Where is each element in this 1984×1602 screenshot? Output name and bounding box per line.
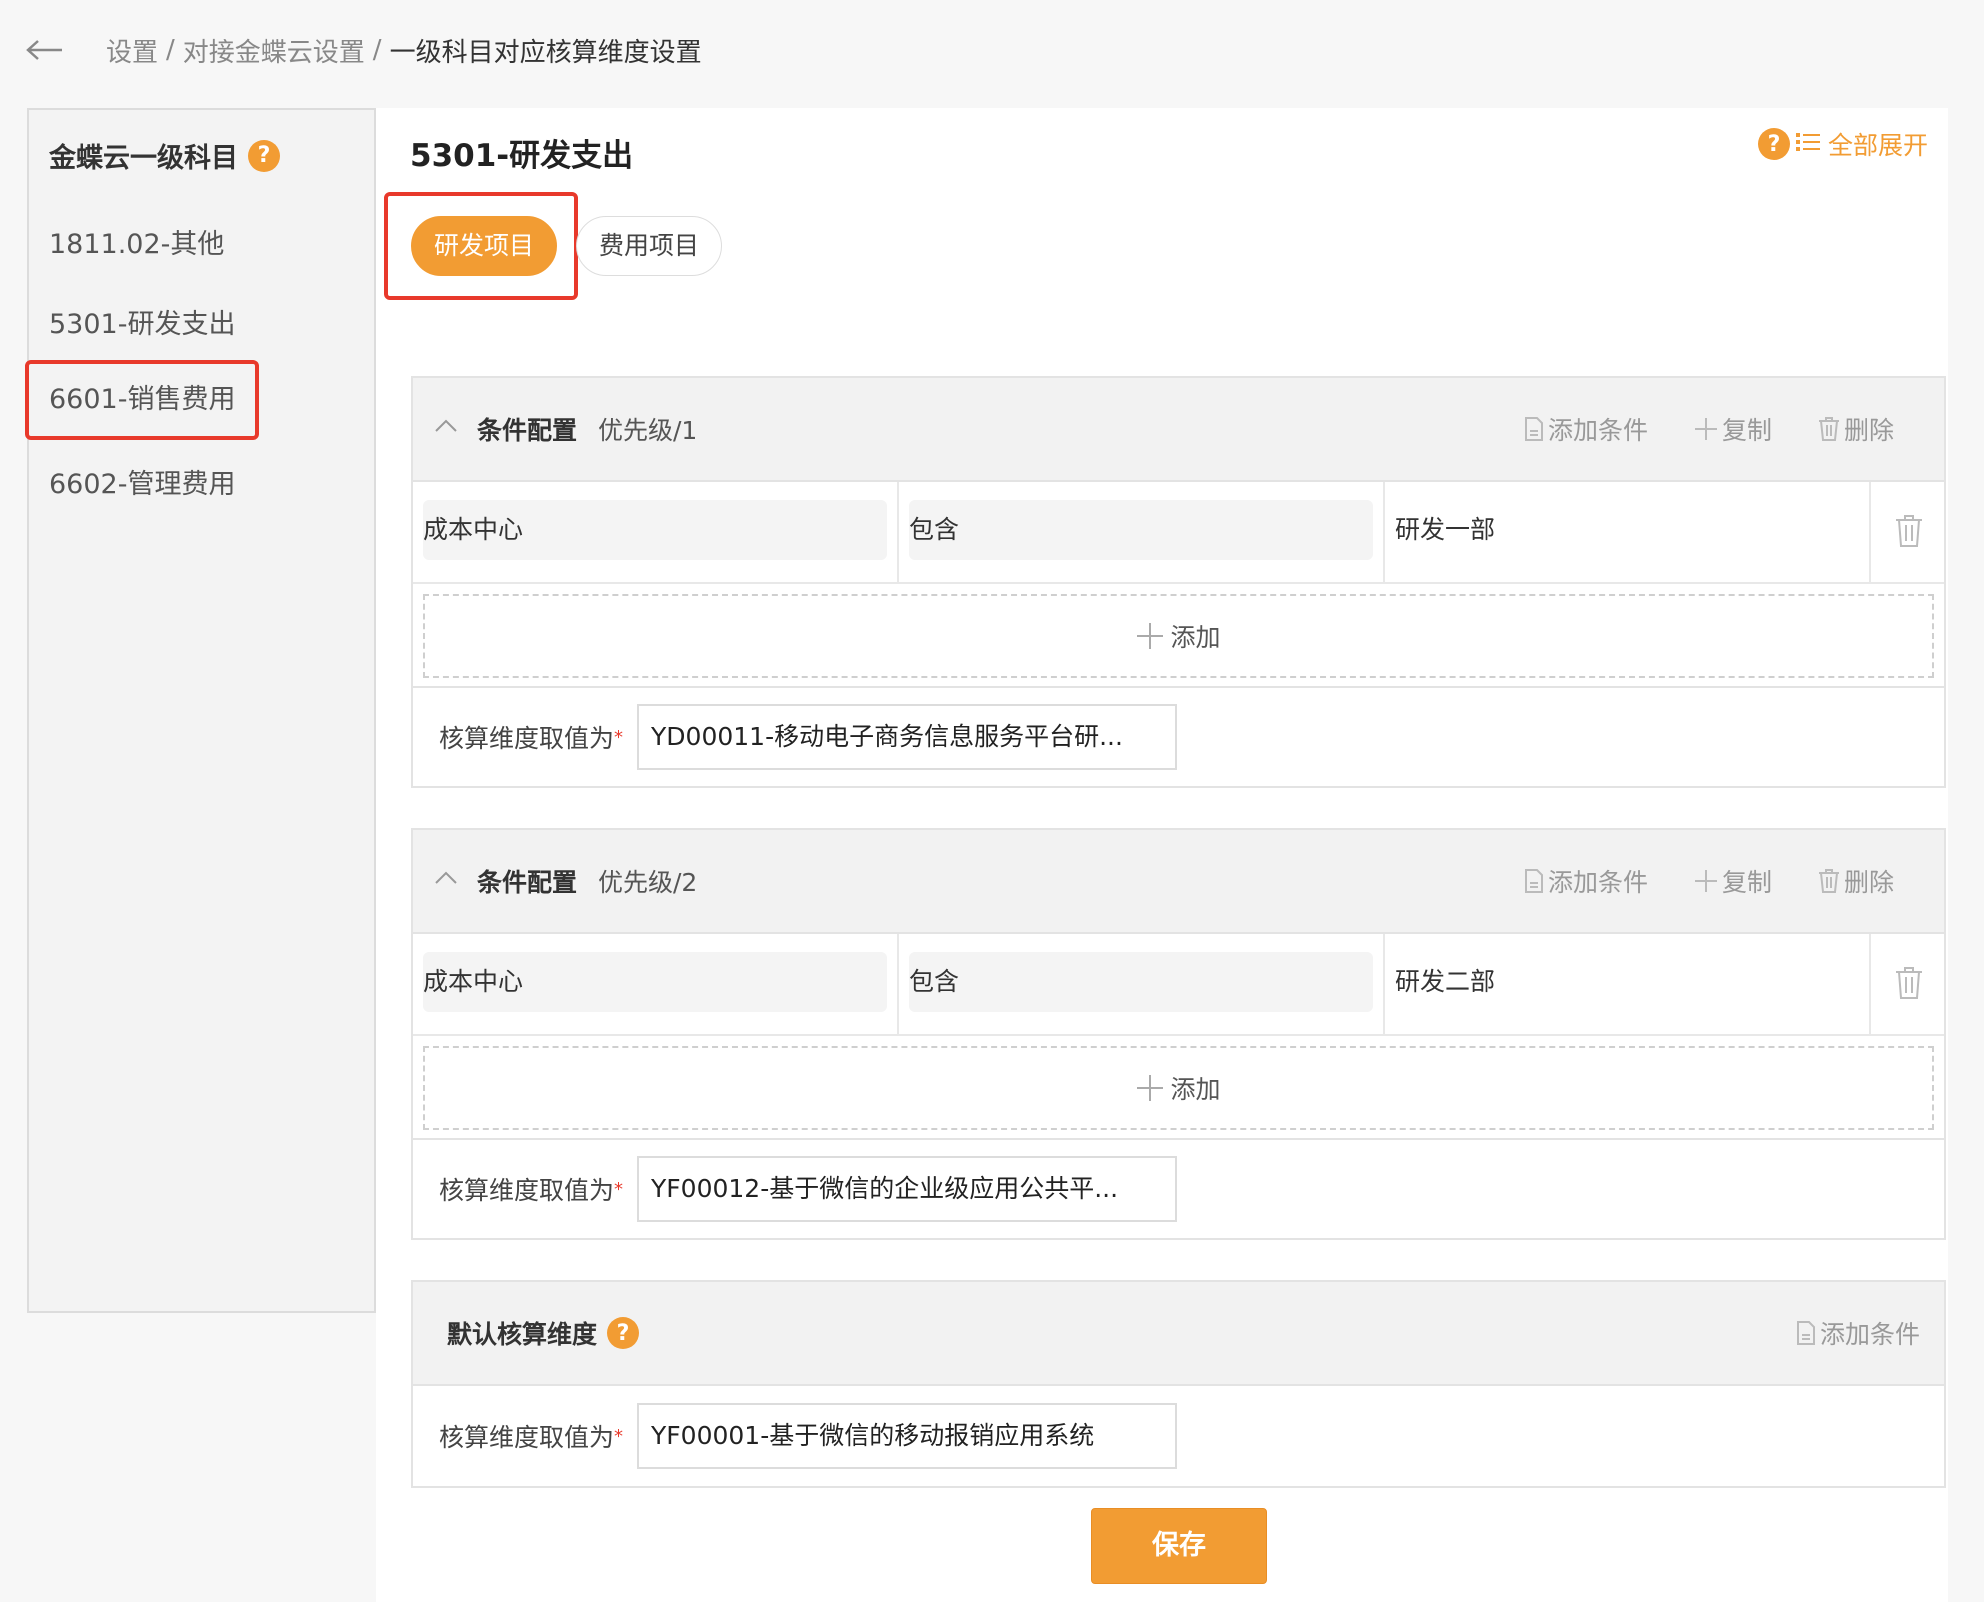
dimension-value-input[interactable]: YD00011-移动电子商务信息服务平台研... [637, 704, 1178, 770]
tab-expense-item[interactable]: 费用项目 [576, 216, 723, 276]
condition-header: 条件配置 优先级/2 添加条件 复制 删除 [413, 830, 1944, 934]
condition-operator-select[interactable]: 包含 [909, 500, 1373, 560]
condition-title: 条件配置 [477, 416, 578, 445]
trash-icon [1818, 417, 1840, 441]
condition-row: 成本中心 包含 研发二部 [413, 934, 1944, 1036]
list-icon [1795, 130, 1820, 159]
add-condition-button[interactable]: 添加条件 [1796, 1315, 1920, 1351]
document-icon [1524, 417, 1544, 441]
expand-all-button[interactable]: ? 全部展开 [1757, 126, 1928, 162]
help-icon[interactable]: ? [607, 1317, 640, 1349]
tab-rd-project[interactable]: 研发项目 [411, 216, 558, 276]
required-mark: * [614, 726, 624, 748]
condition-panel-1: 条件配置 优先级/1 添加条件 复制 删除 成本中心 包含 研发一部 添加 核算… [411, 376, 1946, 788]
document-icon [1796, 1321, 1816, 1345]
add-row-label: 添加 [1170, 623, 1221, 652]
plus-icon [1136, 1074, 1164, 1102]
add-condition-label: 添加条件 [1547, 416, 1648, 445]
help-icon[interactable]: ? [248, 139, 280, 172]
default-title: 默认核算维度 ? [447, 1315, 640, 1351]
plus-icon [1694, 417, 1718, 441]
save-button[interactable]: 保存 [1091, 1508, 1267, 1584]
page-title: 5301-研发支出 [410, 138, 634, 174]
condition-panel-2: 条件配置 优先级/2 添加条件 复制 删除 成本中心 包含 研发二部 添加 核算… [411, 828, 1946, 1240]
add-condition-button[interactable]: 添加条件 [1524, 863, 1648, 899]
add-row-label: 添加 [1170, 1075, 1221, 1104]
required-mark: * [614, 1425, 624, 1447]
add-condition-label: 添加条件 [1819, 1320, 1920, 1349]
condition-field-select[interactable]: 成本中心 [423, 500, 887, 560]
back-arrow-icon[interactable] [26, 30, 66, 70]
condition-priority: 优先级/1 [598, 416, 698, 445]
dimension-value-row: 核算维度取值为 * YF00012-基于微信的企业级应用公共平... [413, 1138, 1944, 1238]
dimension-value-row: 核算维度取值为 * YD00011-移动电子商务信息服务平台研... [413, 686, 1944, 786]
sidebar-title-text: 金蝶云一级科目 [49, 143, 238, 174]
add-row-button[interactable]: 添加 [423, 594, 1934, 678]
default-header: 默认核算维度 ? 添加条件 [413, 1282, 1944, 1386]
row-trash-icon[interactable] [1894, 966, 1924, 1004]
delete-label: 删除 [1843, 868, 1894, 897]
condition-priority: 优先级/2 [598, 868, 698, 897]
condition-row: 成本中心 包含 研发一部 [413, 482, 1944, 584]
chevron-up-icon[interactable] [435, 418, 457, 437]
delete-button[interactable]: 删除 [1818, 411, 1894, 447]
dimension-value-label: 核算维度取值为 [439, 1423, 615, 1452]
delete-label: 删除 [1843, 416, 1894, 445]
breadcrumb-separator: / [372, 35, 382, 65]
copy-button[interactable]: 复制 [1694, 411, 1772, 447]
sidebar-item-5301[interactable]: 5301-研发支出 [49, 302, 235, 341]
breadcrumb-current: 一级科目对应核算维度设置 [389, 37, 702, 68]
main-content: 5301-研发支出 ? 全部展开 研发项目 费用项目 条件配置 优先级/1 添加… [376, 108, 1948, 1602]
sidebar: 金蝶云一级科目 ? 1811.02-其他 5301-研发支出 6601-销售费用… [25, 108, 376, 1313]
trash-icon [1818, 869, 1840, 893]
breadcrumb: 设置 / 对接金蝶云设置 / 一级科目对应核算维度设置 [26, 30, 702, 70]
document-icon [1524, 869, 1544, 893]
default-dimension-panel: 默认核算维度 ? 添加条件 核算维度取值为 * YF00001-基于微信的移动报… [411, 1280, 1946, 1488]
dimension-value-input[interactable]: YF00012-基于微信的企业级应用公共平... [637, 1156, 1178, 1222]
row-trash-icon[interactable] [1894, 514, 1924, 552]
copy-label: 复制 [1721, 416, 1772, 445]
condition-operator-select[interactable]: 包含 [909, 952, 1373, 1012]
add-condition-button[interactable]: 添加条件 [1524, 411, 1648, 447]
expand-all-label: 全部展开 [1827, 131, 1928, 160]
condition-header: 条件配置 优先级/1 添加条件 复制 删除 [413, 378, 1944, 482]
copy-button[interactable]: 复制 [1694, 863, 1772, 899]
breadcrumb-separator: / [166, 35, 175, 65]
condition-title: 条件配置 [477, 868, 578, 897]
required-mark: * [614, 1178, 624, 1200]
dimension-value-input[interactable]: YF00001-基于微信的移动报销应用系统 [637, 1403, 1178, 1469]
sidebar-item-6601[interactable]: 6601-销售费用 [25, 360, 260, 440]
breadcrumb-item-settings[interactable]: 设置 [106, 32, 158, 69]
dimension-value-row: 核算维度取值为 * YF00001-基于微信的移动报销应用系统 [413, 1386, 1944, 1486]
condition-field-select[interactable]: 成本中心 [423, 952, 887, 1012]
dimension-value-label: 核算维度取值为 [439, 724, 615, 753]
plus-icon [1694, 869, 1718, 893]
default-title-text: 默认核算维度 [447, 1320, 598, 1349]
sidebar-item-1811[interactable]: 1811.02-其他 [49, 222, 224, 261]
add-condition-label: 添加条件 [1547, 868, 1648, 897]
copy-label: 复制 [1721, 868, 1772, 897]
plus-icon [1136, 622, 1164, 650]
dimension-value-label: 核算维度取值为 [439, 1176, 615, 1205]
chevron-up-icon[interactable] [435, 870, 457, 889]
breadcrumb-item-kingdee-settings[interactable]: 对接金蝶云设置 [183, 32, 365, 69]
sidebar-title: 金蝶云一级科目 ? [49, 136, 280, 175]
add-row-button[interactable]: 添加 [423, 1046, 1934, 1130]
condition-value-field[interactable]: 研发一部 [1395, 500, 1859, 560]
condition-value-field[interactable]: 研发二部 [1395, 952, 1859, 1012]
delete-button[interactable]: 删除 [1818, 863, 1894, 899]
help-icon[interactable]: ? [1757, 128, 1790, 160]
sidebar-item-6602[interactable]: 6602-管理费用 [49, 462, 235, 501]
